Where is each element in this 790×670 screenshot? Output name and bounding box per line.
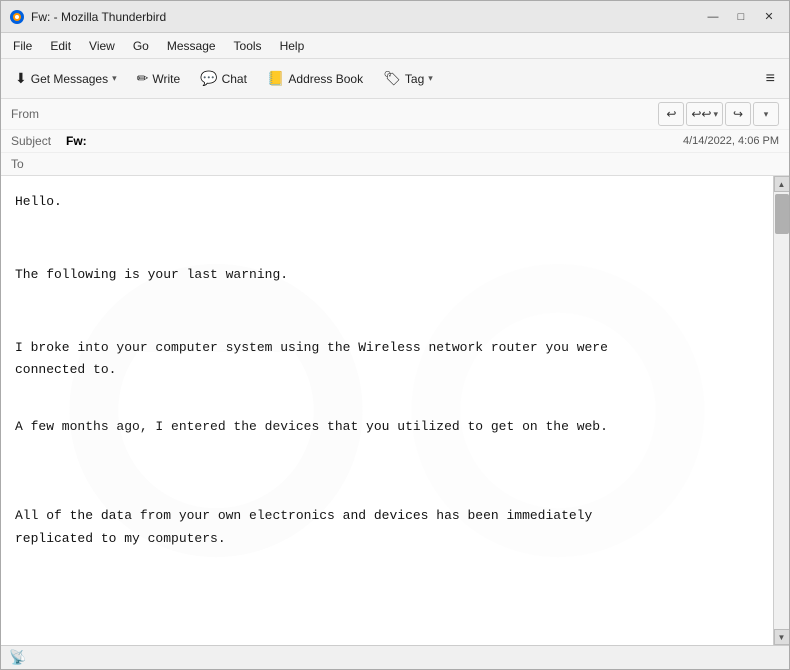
status-icon: 📡 (9, 649, 26, 666)
email-date: 4/14/2022, 4:06 PM (683, 135, 779, 147)
get-messages-icon: ⬇ (15, 70, 27, 87)
maximize-button[interactable]: □ (729, 8, 753, 26)
email-line-10: connected to. (15, 360, 759, 381)
menu-edit[interactable]: Edit (42, 37, 79, 55)
subject-value: Fw: (66, 134, 683, 148)
menu-file[interactable]: File (5, 37, 40, 55)
from-row: From ↩ ↩↩ ▾ ↪ ▾ (1, 99, 789, 130)
header-actions: ↩ ↩↩ ▾ ↪ ▾ (658, 102, 779, 126)
scrollbar-down-arrow[interactable]: ▼ (774, 629, 790, 645)
toolbar: ⬇ Get Messages ▾ ✏ Write 💬 Chat 📒 Addres… (1, 59, 789, 99)
reply-all-dropdown-icon: ▾ (713, 109, 718, 120)
email-line-18: All of the data from your own electronic… (15, 506, 759, 527)
email-line-16 (15, 474, 759, 490)
window-title: Fw: - Mozilla Thunderbird (31, 10, 166, 24)
email-line-19: replicated to my computers. (15, 529, 759, 550)
write-icon: ✏ (137, 70, 149, 87)
reply-button[interactable]: ↩ (658, 102, 684, 126)
close-button[interactable]: ✕ (757, 8, 781, 26)
tag-icon: 🏷 (383, 70, 401, 87)
more-actions-button[interactable]: ▾ (753, 102, 779, 126)
menu-help[interactable]: Help (272, 37, 313, 55)
email-header: From ↩ ↩↩ ▾ ↪ ▾ Subject Fw: (1, 99, 789, 176)
email-line-7 (15, 306, 759, 322)
email-line-11 (15, 385, 759, 401)
subject-row: Subject Fw: 4/14/2022, 4:06 PM (1, 130, 789, 153)
menu-view[interactable]: View (81, 37, 123, 55)
email-body: Hello. The following is your last warnin… (1, 176, 773, 645)
reply-icon: ↩ (666, 107, 676, 121)
chat-icon: 💬 (200, 70, 217, 87)
to-label: To (11, 157, 66, 171)
title-bar: Fw: - Mozilla Thunderbird — □ ✕ (1, 1, 789, 33)
scrollbar-thumb[interactable] (775, 194, 789, 234)
title-bar-controls: — □ ✕ (701, 8, 781, 26)
email-line-3 (15, 233, 759, 249)
chat-button[interactable]: 💬 Chat (192, 67, 255, 90)
email-line-14 (15, 442, 759, 458)
email-line-4 (15, 249, 759, 265)
email-line-17 (15, 490, 759, 506)
email-body-content: Hello. The following is your last warnin… (15, 192, 759, 550)
email-line-8 (15, 322, 759, 338)
email-line-13: A few months ago, I entered the devices … (15, 417, 759, 438)
more-actions-icon: ▾ (764, 109, 769, 120)
toolbar-right: ≡ (758, 67, 783, 91)
toolbar-menu-button[interactable]: ≡ (758, 67, 783, 91)
write-button[interactable]: ✏ Write (129, 67, 189, 90)
email-line-12 (15, 401, 759, 417)
menu-bar: File Edit View Go Message Tools Help (1, 33, 789, 59)
reply-all-button[interactable]: ↩↩ ▾ (686, 102, 723, 126)
reply-all-icon: ↩↩ (691, 107, 711, 121)
title-bar-left: Fw: - Mozilla Thunderbird (9, 9, 166, 25)
email-line-5: The following is your last warning. (15, 265, 759, 286)
email-line-9: I broke into your computer system using … (15, 338, 759, 359)
app-icon (9, 9, 25, 25)
get-messages-dropdown-icon: ▾ (112, 73, 117, 84)
email-line-1: Hello. (15, 192, 759, 213)
tag-label: Tag (405, 72, 424, 86)
subject-label: Subject (11, 134, 66, 148)
minimize-button[interactable]: — (701, 8, 725, 26)
main-window: Fw: - Mozilla Thunderbird — □ ✕ File Edi… (0, 0, 790, 670)
forward-button[interactable]: ↪ (725, 102, 751, 126)
forward-icon: ↪ (733, 107, 743, 121)
address-book-label: Address Book (288, 72, 363, 86)
tag-dropdown-icon: ▾ (428, 73, 433, 84)
menu-go[interactable]: Go (125, 37, 157, 55)
status-bar: 📡 (1, 645, 789, 669)
email-line-15 (15, 458, 759, 474)
menu-tools[interactable]: Tools (226, 37, 270, 55)
tag-button[interactable]: 🏷 Tag ▾ (375, 67, 441, 90)
chat-label: Chat (222, 72, 247, 86)
address-book-button[interactable]: 📒 Address Book (259, 67, 371, 90)
get-messages-label: Get Messages (31, 72, 108, 86)
email-line-6 (15, 290, 759, 306)
scrollbar-up-arrow[interactable]: ▲ (774, 176, 790, 192)
menu-message[interactable]: Message (159, 37, 224, 55)
write-label: Write (152, 72, 180, 86)
get-messages-button[interactable]: ⬇ Get Messages ▾ (7, 67, 125, 90)
scrollbar[interactable]: ▲ ▼ (773, 176, 789, 645)
body-area: Hello. The following is your last warnin… (1, 176, 789, 645)
email-line-2 (15, 217, 759, 233)
address-book-icon: 📒 (267, 70, 284, 87)
to-row: To (1, 153, 789, 175)
from-label: From (11, 107, 66, 121)
